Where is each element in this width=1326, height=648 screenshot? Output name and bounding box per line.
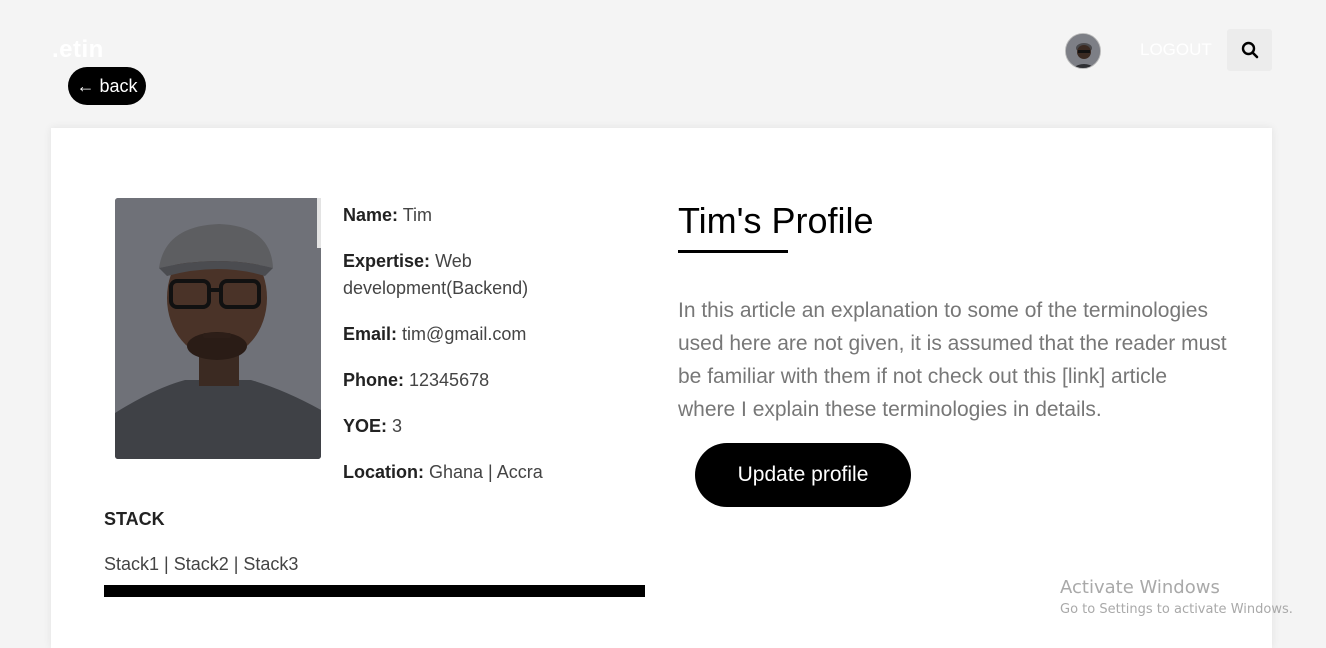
profile-card: Name: Tim Expertise: Web development(Bac… (51, 128, 1272, 648)
info-label: Email: (343, 324, 398, 344)
info-value: Ghana | Accra (429, 462, 543, 482)
user-avatar[interactable] (1065, 33, 1101, 69)
info-row-email: Email: tim@gmail.com (343, 321, 583, 348)
profile-photo (115, 198, 321, 459)
info-row-phone: Phone: 12345678 (343, 367, 583, 394)
info-value: 3 (392, 416, 403, 436)
search-button[interactable] (1227, 29, 1272, 71)
logout-link[interactable]: LOGOUT (1140, 40, 1212, 60)
profile-description: In this article an explanation to some o… (678, 299, 1227, 421)
search-icon (1241, 41, 1258, 59)
stack-list: Stack1 | Stack2 | Stack3 (104, 554, 299, 574)
photo-scroll-edge (317, 198, 321, 248)
info-label: Name: (343, 205, 399, 225)
info-value: Tim (402, 205, 433, 225)
avatar-image (1066, 34, 1100, 68)
update-profile-button[interactable]: Update profile (695, 443, 911, 507)
back-button[interactable]: ← back (68, 67, 146, 105)
info-row-expertise: Expertise: Web development(Backend) (343, 248, 583, 302)
profile-photo-image (115, 198, 321, 459)
profile-info: Name: Tim Expertise: Web development(Bac… (343, 202, 583, 505)
info-row-name: Name: Tim (343, 202, 583, 229)
page-title: Tim's Profile (678, 200, 874, 241)
info-value: tim@gmail.com (402, 324, 527, 344)
info-label: Phone: (343, 370, 404, 390)
info-value: 12345678 (409, 370, 490, 390)
title-underline (678, 250, 788, 253)
stack-heading: STACK (104, 509, 165, 529)
watermark-subtitle: Go to Settings to activate Windows. (1060, 602, 1293, 617)
stack-divider-bar (104, 585, 645, 597)
info-label: Expertise: (343, 251, 431, 271)
info-row-location: Location: Ghana | Accra (343, 459, 583, 486)
info-label: Location: (343, 462, 424, 482)
info-label: YOE: (343, 416, 388, 436)
info-row-yoe: YOE: 3 (343, 413, 583, 440)
watermark-title: Activate Windows (1060, 577, 1220, 598)
logo[interactable]: .etin (52, 36, 104, 64)
activate-windows-watermark: Activate Windows Go to Settings to activ… (1060, 577, 1293, 617)
